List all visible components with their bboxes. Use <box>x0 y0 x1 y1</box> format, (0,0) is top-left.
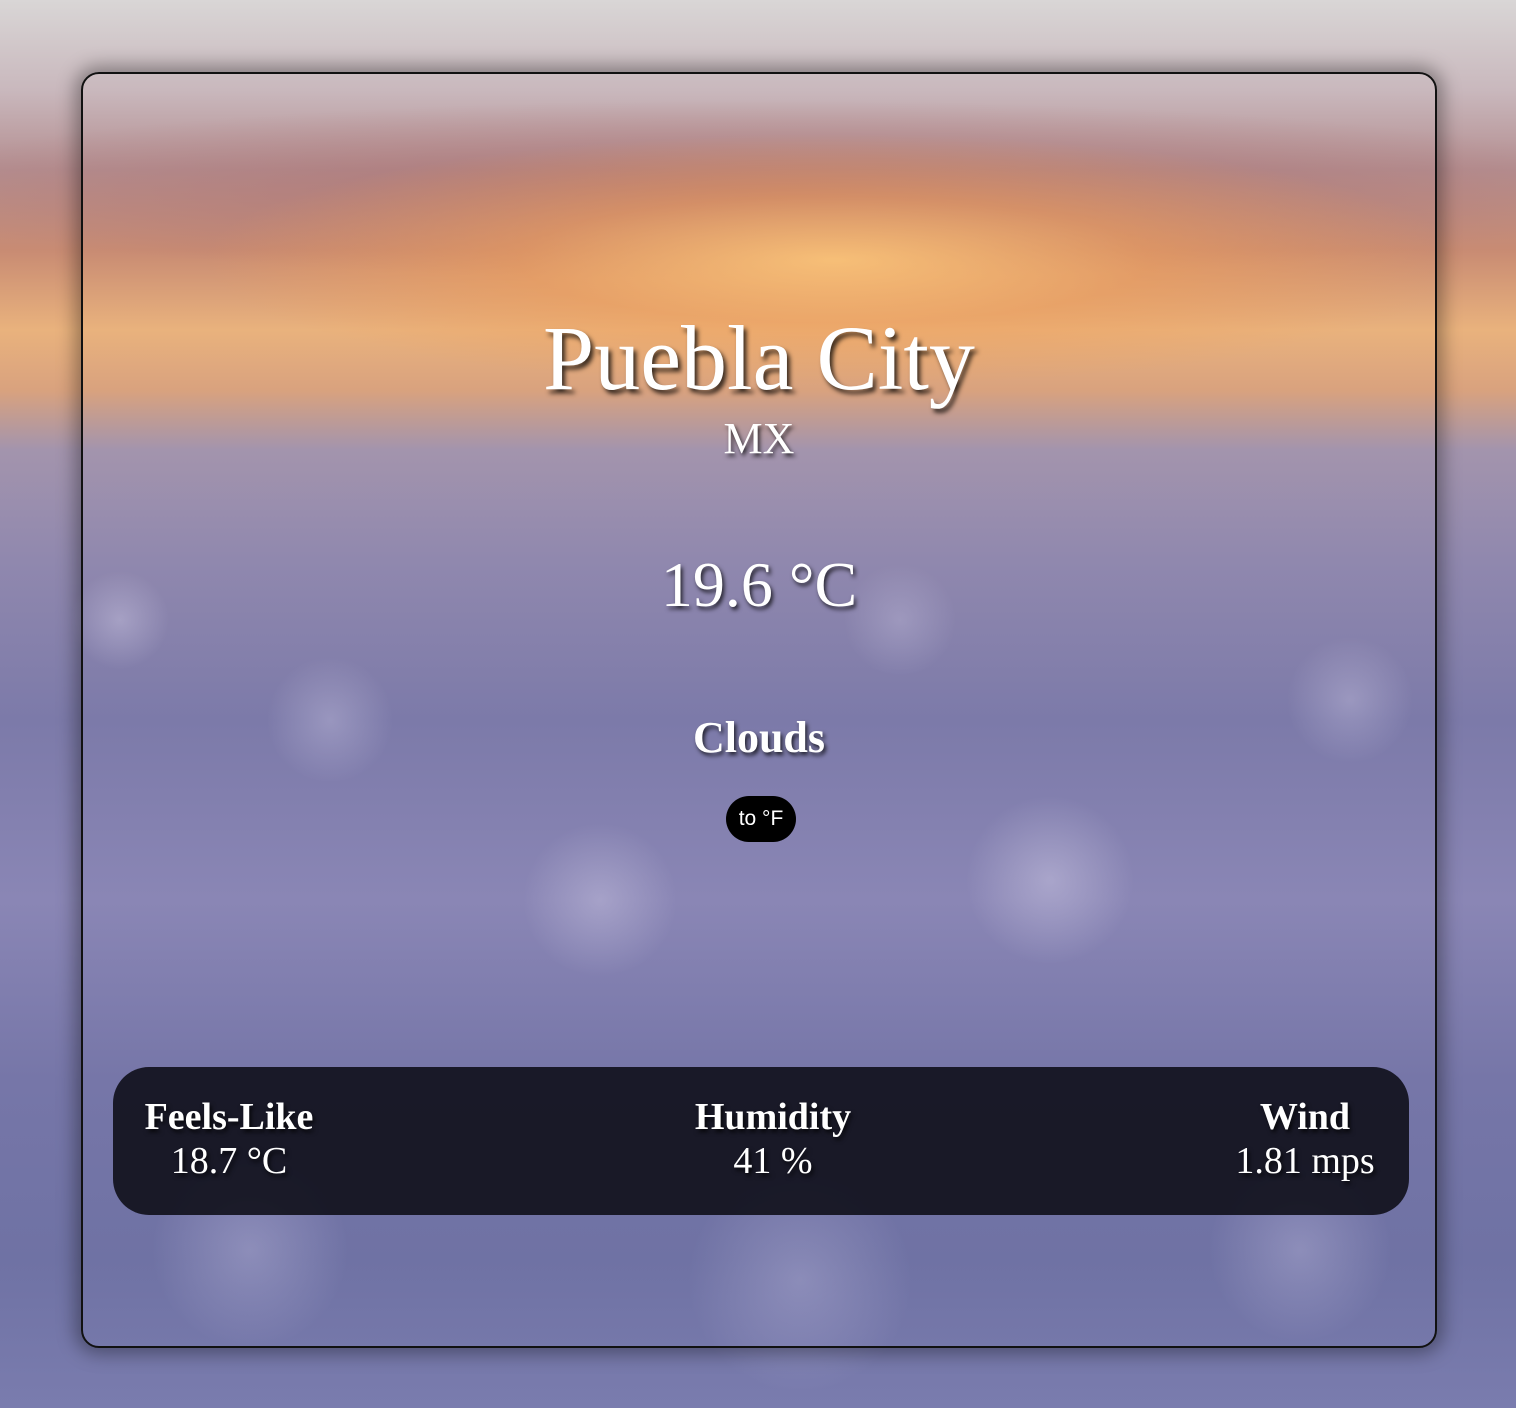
current-temperature: 19.6 °C <box>660 549 858 620</box>
weather-condition: Clouds <box>692 713 826 762</box>
city-name: Puebla City <box>543 307 975 409</box>
feels-like-stat: Feels-Like 18.7 °C <box>141 1095 317 1183</box>
weather-card: Puebla City MX 19.6 °C Clouds to °F Feel… <box>81 72 1437 1348</box>
country-code: MX <box>723 414 795 463</box>
wind-stat: Wind 1.81 mps <box>1213 1095 1397 1183</box>
humidity-value: 41 % <box>733 1140 813 1182</box>
unit-toggle-button[interactable]: to °F <box>726 796 796 842</box>
wind-value: 1.81 mps <box>1235 1140 1375 1182</box>
humidity-stat: Humidity 41 % <box>673 1095 873 1183</box>
wind-label: Wind <box>1259 1096 1351 1138</box>
feels-like-label: Feels-Like <box>144 1096 314 1138</box>
humidity-label: Humidity <box>694 1096 852 1138</box>
weather-stats-panel: Feels-Like 18.7 °C Humidity 41 % Wind 1.… <box>113 1067 1409 1215</box>
feels-like-value: 18.7 °C <box>170 1140 288 1182</box>
